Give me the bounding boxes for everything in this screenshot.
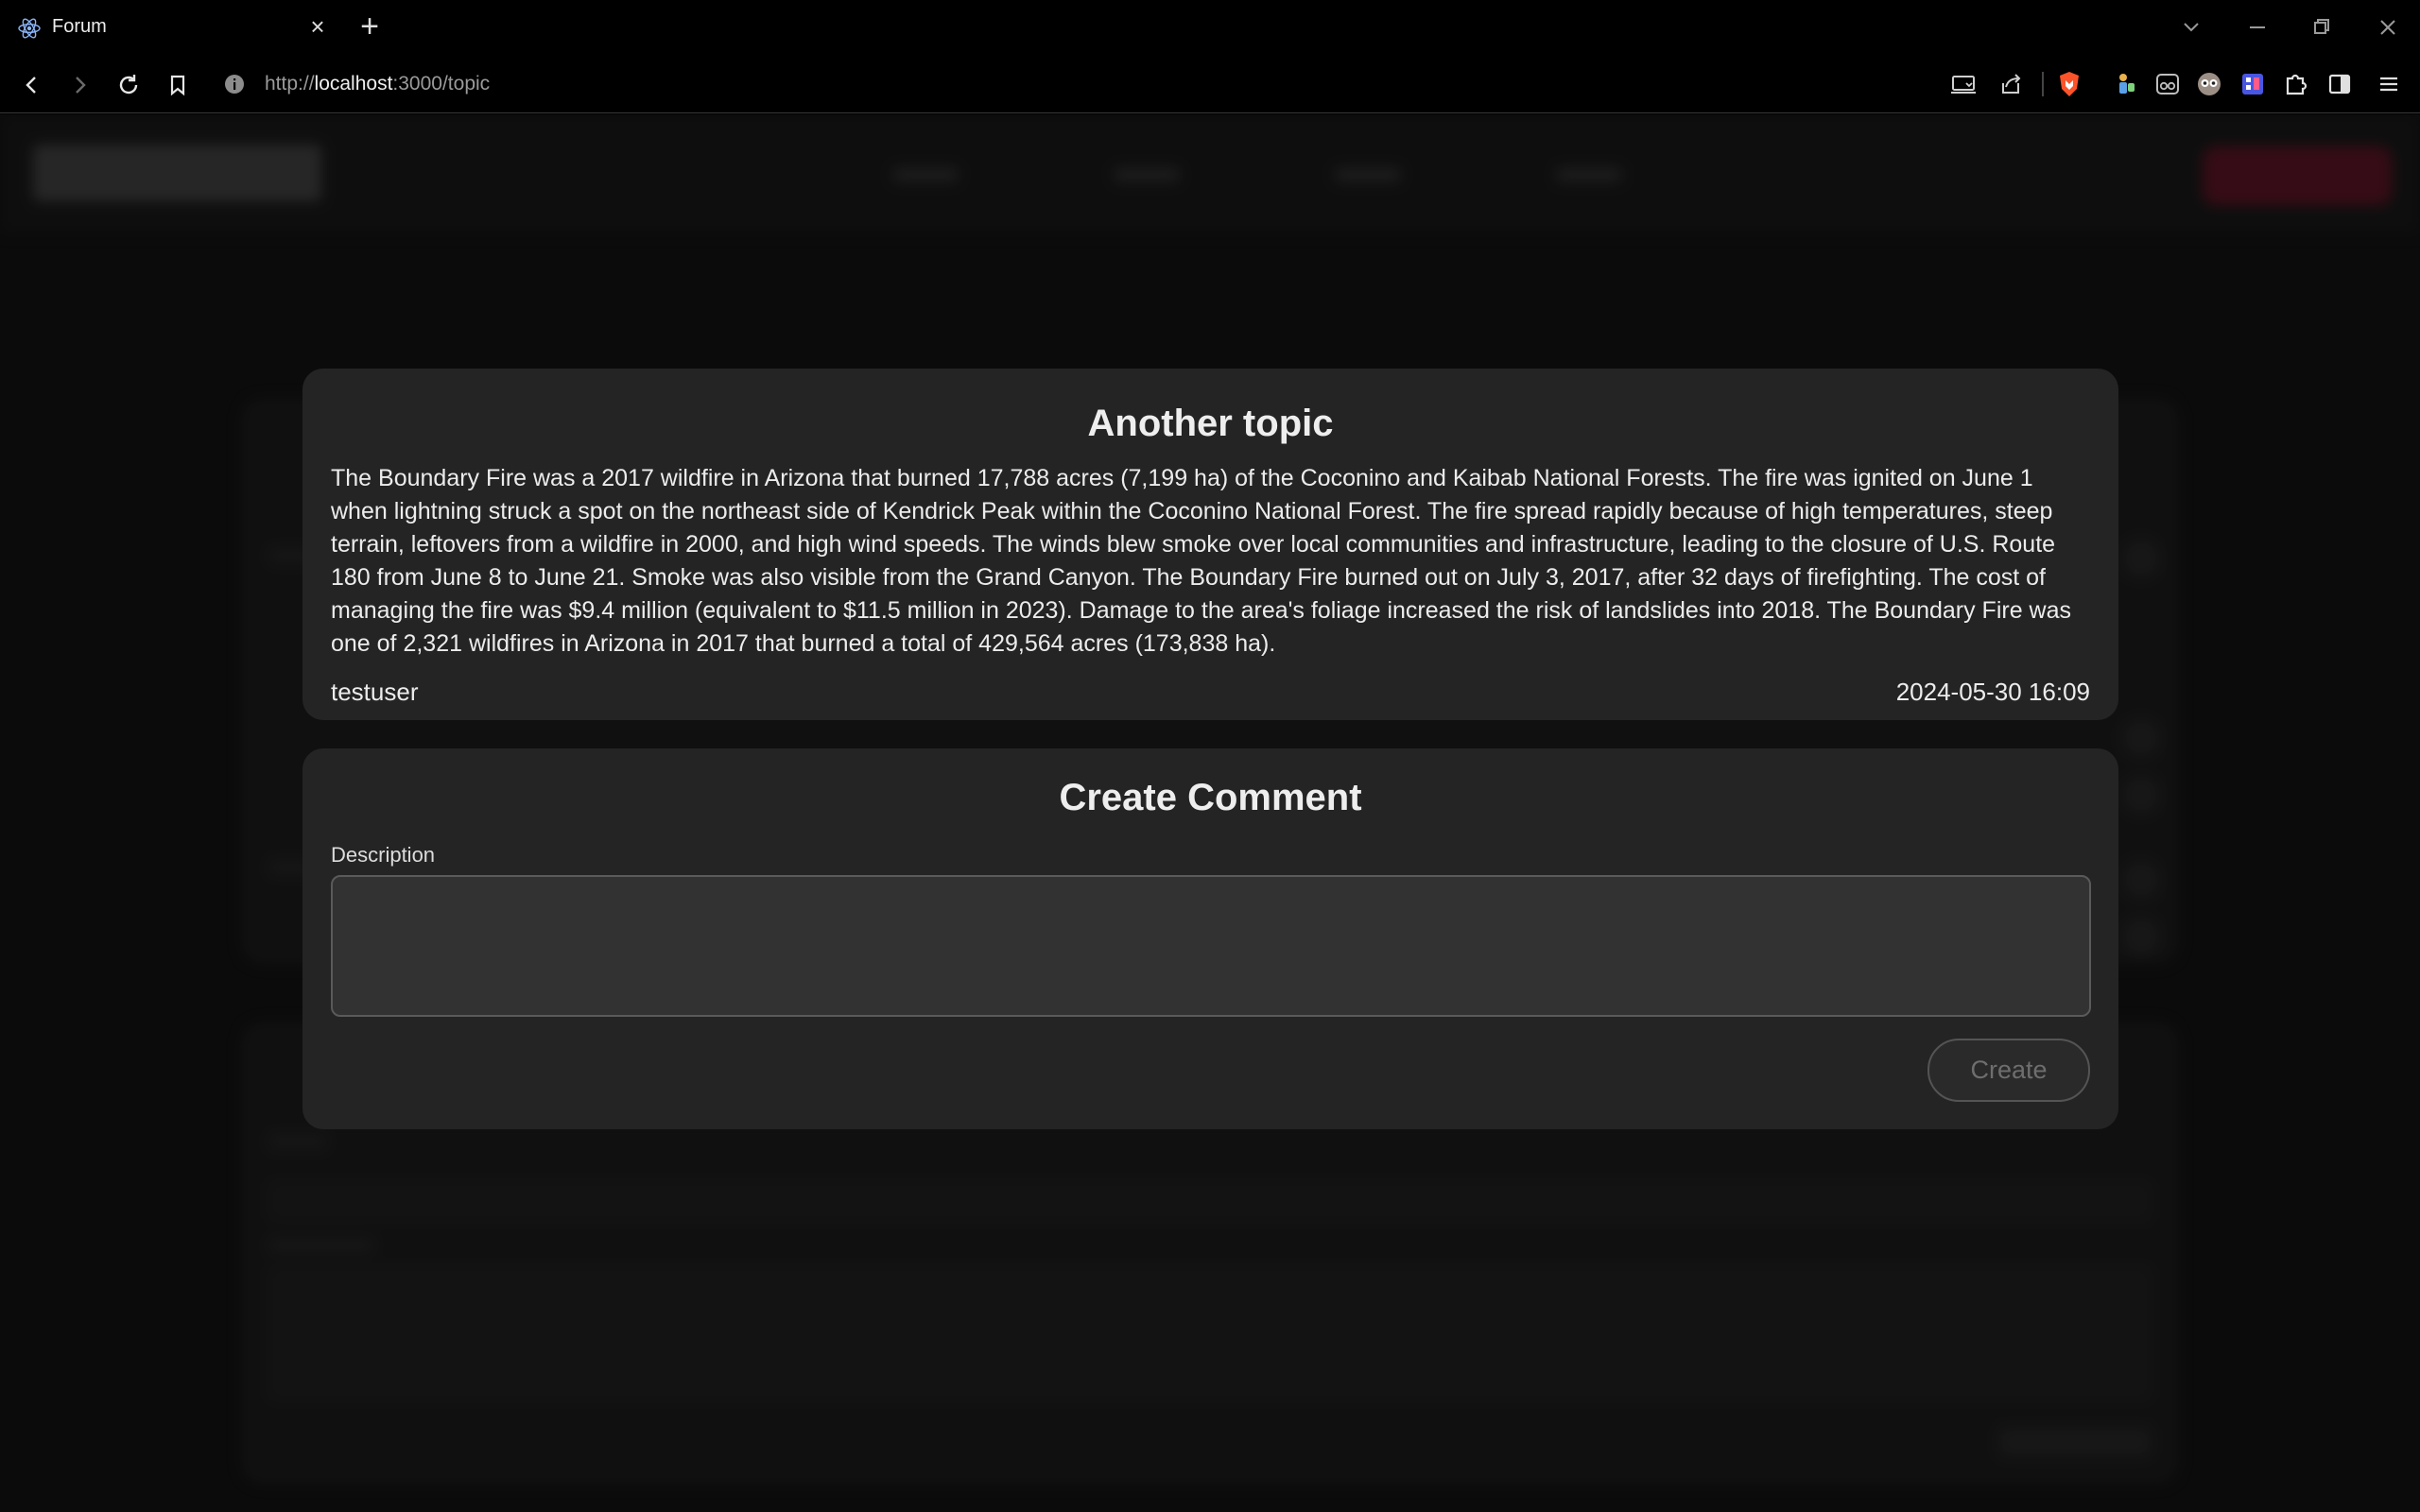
topic-body: The Boundary Fire was a 2017 wildfire in… [331, 465, 2072, 657]
forward-icon[interactable] [62, 68, 96, 102]
url-path: :3000/topic [392, 73, 491, 94]
reader-glasses-icon[interactable] [2152, 68, 2184, 100]
browser-toolbar: http://localhost:3000/topic [0, 55, 2420, 113]
tab-search-chevron-icon[interactable] [2172, 9, 2210, 45]
menu-icon[interactable] [2373, 68, 2405, 100]
browser-tab-forum[interactable]: Forum × [0, 0, 338, 55]
description-label: Description [331, 843, 436, 867]
tab-title: Forum [52, 16, 107, 37]
browser-tabstrip: Forum × + [0, 0, 2420, 55]
reload-icon[interactable] [112, 68, 146, 102]
page-viewport: Another topic The Boundary Fire was a 20… [0, 114, 2420, 1512]
sidebar-toggle-icon[interactable] [2324, 68, 2356, 100]
close-window-icon[interactable] [2369, 9, 2407, 45]
topic-author: testuser [331, 678, 419, 706]
create-comment-button[interactable]: Create [1927, 1039, 2090, 1102]
topic-card: Another topic The Boundary Fire was a 20… [302, 369, 2118, 720]
brave-shield-icon[interactable] [2053, 68, 2085, 100]
topic-date: 2024-05-30 16:09 [1895, 678, 2090, 706]
share-icon[interactable] [1995, 68, 2027, 100]
create-comment-title: Create Comment [1059, 777, 1362, 818]
cast-icon[interactable] [1947, 68, 1979, 100]
extension-owl-icon[interactable] [2193, 68, 2225, 100]
extensions-puzzle-icon[interactable] [2280, 68, 2312, 100]
extension-figure-icon[interactable] [2110, 68, 2142, 100]
description-input[interactable] [331, 875, 2091, 1017]
address-bar[interactable]: http://localhost:3000/topic [265, 73, 490, 95]
create-comment-card: Create Comment Description Create [302, 748, 2118, 1129]
react-logo-icon [18, 18, 41, 39]
close-tab-icon[interactable]: × [304, 13, 331, 40]
new-tab-button[interactable]: + [354, 10, 386, 43]
toolbar-divider [2042, 72, 2044, 96]
extension-grid-icon[interactable] [2237, 68, 2269, 100]
bookmark-icon[interactable] [161, 68, 195, 102]
restore-icon[interactable] [2303, 9, 2341, 45]
url-scheme: http:// [265, 73, 315, 94]
site-info-icon[interactable] [223, 73, 246, 95]
back-icon[interactable] [15, 68, 49, 102]
minimize-icon[interactable] [2238, 9, 2276, 45]
url-host: localhost [314, 73, 393, 94]
topic-title: Another topic [1087, 403, 1334, 444]
